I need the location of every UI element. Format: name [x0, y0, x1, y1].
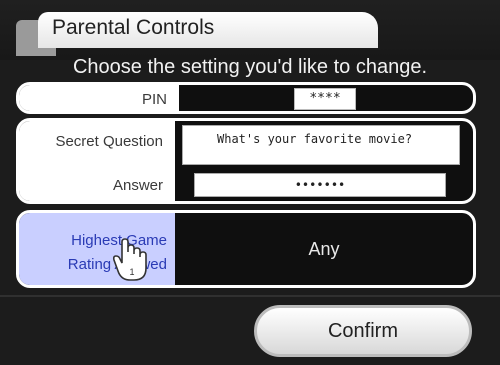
answer-label: Answer: [112, 177, 163, 194]
pin-field[interactable]: ****: [294, 88, 356, 110]
svg-text:1: 1: [129, 267, 134, 277]
answer-field[interactable]: •••••••: [194, 173, 446, 197]
pin-label: PIN: [141, 91, 167, 108]
instructions-text: Choose the setting you'd like to change.: [72, 56, 428, 78]
secret-label-cell: Secret Question Answer: [19, 121, 175, 201]
page-title: Parental Controls: [52, 16, 215, 39]
confirm-button[interactable]: Confirm: [254, 305, 472, 357]
pointer-hand-icon: 1: [112, 238, 147, 281]
rating-value: Any: [308, 238, 340, 259]
pin-setting-row[interactable]: PIN ****: [16, 82, 476, 114]
game-rating-row[interactable]: Highest Game Rating Allowed Any: [16, 210, 476, 288]
pin-label-cell: PIN: [19, 85, 179, 111]
secret-question-label: Secret Question: [55, 133, 163, 150]
secret-question-field[interactable]: What's your favorite movie?: [182, 125, 460, 165]
secret-question-row[interactable]: Secret Question Answer What's your favor…: [16, 118, 476, 204]
divider: [0, 295, 500, 297]
